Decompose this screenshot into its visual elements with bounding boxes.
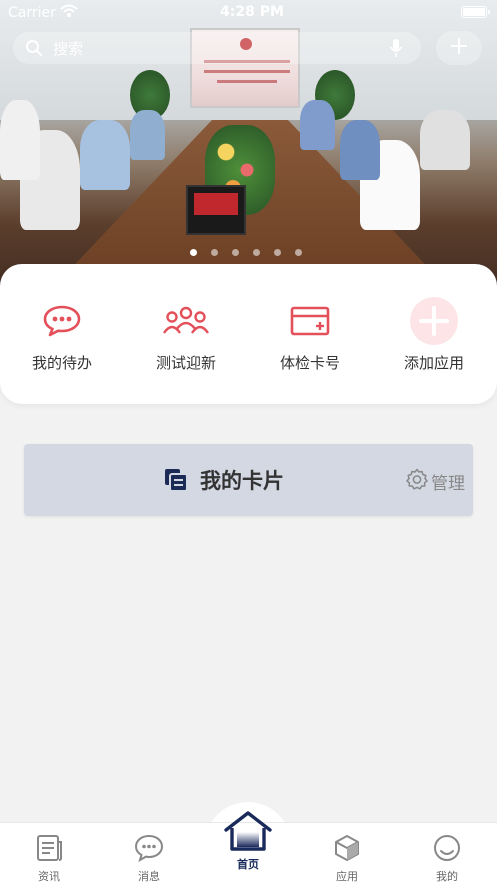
tab-news[interactable]: 资讯 — [14, 833, 84, 883]
carousel-dot[interactable] — [253, 249, 260, 256]
chat-dots-icon — [0, 298, 124, 344]
carrier-label: Carrier — [8, 5, 56, 21]
search-bar[interactable]: 搜索 — [13, 32, 421, 64]
status-bar: Carrier 4:28 PM — [0, 0, 497, 26]
carousel-indicator — [190, 241, 316, 256]
banner-carousel[interactable]: Carrier 4:28 PM 搜索 — [0, 0, 497, 300]
battery-icon — [461, 6, 490, 18]
quick-app-add[interactable]: 添加应用 — [372, 297, 496, 373]
quick-app-label: 体检卡号 — [279, 354, 340, 372]
tab-home[interactable]: 首页 — [213, 811, 283, 872]
tab-label: 应用 — [336, 870, 358, 883]
gear-icon — [406, 468, 428, 495]
my-cards-section: 我的卡片 管理 — [24, 444, 473, 516]
app-cube-icon — [312, 833, 382, 863]
bottom-tab-bar: 资讯 消息 首页 应用 我的 — [0, 811, 497, 883]
search-icon — [25, 39, 43, 61]
search-placeholder: 搜索 — [53, 40, 84, 58]
card-icon — [248, 298, 372, 344]
manage-label: 管理 — [431, 474, 465, 494]
quick-apps-panel: 我的待办 测试迎新 体检卡号 添加应用 — [0, 264, 497, 404]
wifi-icon — [60, 4, 78, 22]
tab-label: 资讯 — [38, 870, 60, 883]
status-time: 4:28 PM — [220, 4, 284, 20]
people-group-icon — [124, 298, 248, 344]
carousel-dot[interactable] — [211, 249, 218, 256]
carousel-dot[interactable] — [274, 249, 281, 256]
quick-app-label: 我的待办 — [31, 354, 92, 372]
banner-laptop — [186, 185, 246, 235]
tab-label: 首页 — [237, 858, 259, 871]
cards-stack-icon — [164, 468, 188, 496]
plus-circle-icon — [372, 297, 496, 345]
microphone-icon[interactable] — [389, 38, 403, 62]
quick-app-checkup-card[interactable]: 体检卡号 — [248, 298, 372, 373]
carousel-dot[interactable] — [232, 249, 239, 256]
tab-apps[interactable]: 应用 — [312, 833, 382, 883]
tab-profile[interactable]: 我的 — [412, 833, 482, 883]
message-icon — [114, 833, 184, 863]
quick-app-todo[interactable]: 我的待办 — [0, 298, 124, 373]
news-icon — [14, 833, 84, 863]
carousel-dot[interactable] — [190, 249, 197, 256]
tab-messages[interactable]: 消息 — [114, 833, 184, 883]
add-button[interactable] — [436, 31, 482, 65]
plus-icon — [451, 38, 467, 54]
home-icon — [213, 811, 283, 851]
profile-icon — [412, 833, 482, 863]
carousel-dot[interactable] — [295, 249, 302, 256]
my-cards-title: 我的卡片 — [200, 469, 284, 493]
tab-label: 消息 — [138, 870, 160, 883]
quick-app-welcome-test[interactable]: 测试迎新 — [124, 298, 248, 373]
quick-app-label: 测试迎新 — [155, 354, 216, 372]
tab-label: 我的 — [436, 870, 458, 883]
quick-app-label: 添加应用 — [403, 354, 464, 372]
